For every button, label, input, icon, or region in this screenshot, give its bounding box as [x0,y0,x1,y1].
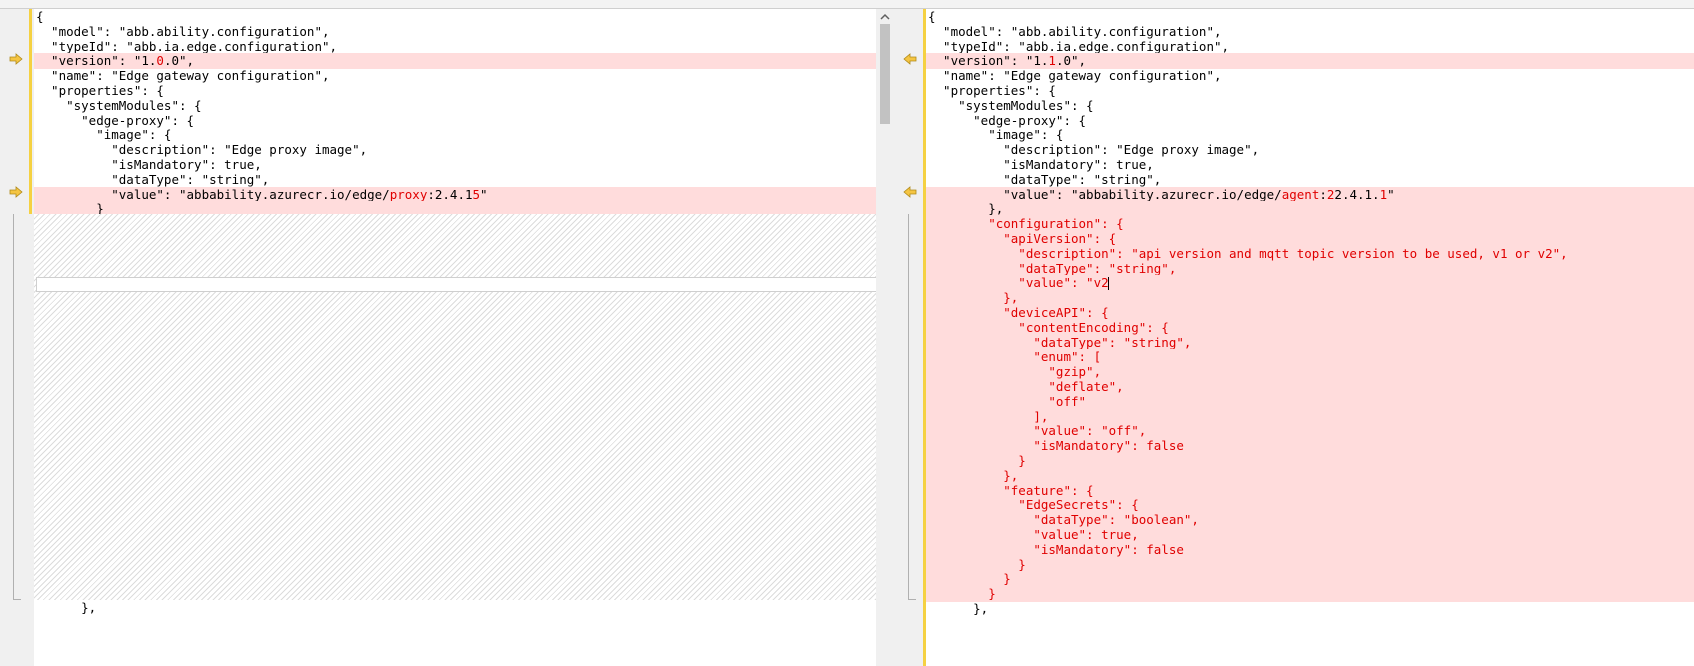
code-line: "dataType": "boolean", [926,512,1694,529]
code-line: "off" [926,393,1694,410]
code-line: } [926,453,1694,469]
arrow-right-icon[interactable] [9,186,23,198]
arrow-left-icon[interactable] [903,53,917,65]
code-line: }, [926,467,1694,484]
code-line: "feature": { [926,482,1694,499]
code-line: "typeId": "abb.ia.edge.configuration", [928,38,1230,54]
text-caret [1107,277,1109,291]
code-line: { [928,9,936,24]
code-line: "isMandatory": false [926,438,1694,455]
code-line: "name": "Edge gateway configuration", [928,68,1222,84]
code-line: "enum": [ [926,349,1694,366]
missing-lines-placeholder [34,214,876,600]
code-line: "isMandatory": false [926,541,1694,558]
code-line: }, [926,201,1694,218]
left-editor-pane[interactable]: { "model": "abb.ability.configuration", … [34,9,876,666]
code-line: }, [926,290,1694,307]
arrow-right-icon[interactable] [9,53,23,65]
code-line: "typeId": "abb.ia.edge.configuration", [36,38,338,54]
right-editor-pane[interactable]: { "model": "abb.ability.configuration", … [926,9,1694,666]
code-line: "dataType": "string", [36,171,270,187]
code-line: "image": { [928,127,1064,143]
chevron-up-icon[interactable] [879,11,891,23]
right-gutter [895,9,926,666]
gap-bracket [13,214,14,600]
code-line: } [926,556,1694,573]
scroll-thumb[interactable] [880,24,890,124]
code-line: "edge-proxy": { [36,112,195,128]
code-line: "EdgeSecrets": { [926,497,1694,514]
code-line: }, [928,601,989,616]
current-line-placeholder [36,277,876,292]
code-line: "dataType": "string", [928,171,1162,187]
code-line: }, [36,600,97,615]
code-line: "version": "1.1.0", [926,53,1694,70]
code-line: "systemModules": { [928,97,1094,113]
code-line: "deflate", [926,379,1694,395]
arrow-left-icon[interactable] [903,186,917,198]
left-gutter [0,9,34,666]
code-line: "description": "api version and mqtt top… [926,245,1694,262]
code-line: "apiVersion": { [926,231,1694,247]
code-line: "value": "abbability.azurecr.io/edge/age… [926,186,1694,203]
code-line: "value": true, [926,527,1694,543]
code-line: "description": "Edge proxy image", [36,142,368,158]
gap-bracket-end [13,599,21,600]
code-line: } [926,571,1694,588]
code-line: "model": "abb.ability.configuration", [928,23,1222,39]
code-line: "deviceAPI": { [926,305,1694,321]
code-line: "name": "Edge gateway configuration", [36,68,330,84]
code-line: ], [926,408,1694,425]
code-line: "edge-proxy": { [928,112,1087,128]
gap-bracket-end [908,599,916,600]
code-line: "dataType": "string", [926,260,1694,277]
code-line: "dataType": "string", [926,334,1694,351]
code-line: } [926,586,1694,603]
code-line: "description": "Edge proxy image", [928,142,1260,158]
code-line: "properties": { [928,83,1056,98]
code-line: "contentEncoding": { [926,319,1694,336]
code-line: "systemModules": { [36,97,202,113]
toolbar-strip [0,0,1694,9]
code-line: "image": { [36,127,172,143]
code-line: "value": "abbability.azurecr.io/edge/pro… [34,186,876,203]
code-line: "value": "v2 [926,275,1694,292]
code-line: "value": "off", [926,423,1694,440]
code-line: "properties": { [36,83,164,98]
code-line: "configuration": { [926,216,1694,233]
code-line: "isMandatory": true, [928,157,1154,172]
code-line: "version": "1.0.0", [34,53,876,70]
code-line: "gzip", [926,364,1694,381]
change-bar [29,9,32,214]
gap-bracket [908,214,909,600]
code-line: { [36,9,44,24]
left-scrollbar[interactable] [876,9,893,666]
code-line: "model": "abb.ability.configuration", [36,23,330,39]
code-line: "isMandatory": true, [36,157,262,172]
